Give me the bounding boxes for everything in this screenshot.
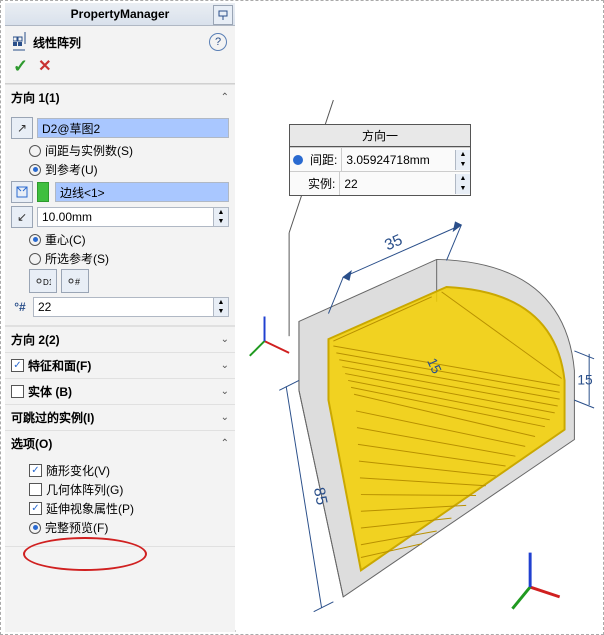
check-geometry-pattern[interactable]: 几何体阵列(G) xyxy=(29,481,229,498)
callout-instance-label: 实例: xyxy=(304,172,340,195)
reverse-direction-button[interactable]: ↗ xyxy=(11,117,33,139)
section-direction2-label: 方向 2(2) xyxy=(11,331,60,348)
callout-instance-input[interactable]: 22 ▲▼ xyxy=(340,174,470,194)
cancel-button[interactable]: ✕ xyxy=(38,56,51,77)
axis-triad-corner-icon xyxy=(512,553,559,609)
check-propagate-visual[interactable]: 延伸视象属性(P) xyxy=(29,500,229,517)
radio-spacing-instances[interactable]: 间距与实例数(S) xyxy=(29,142,229,159)
offset-distance-input[interactable]: 10.00mm ▲▼ xyxy=(37,207,229,227)
seed-feature-button[interactable]: D1 xyxy=(29,269,57,293)
pin-button[interactable] xyxy=(213,5,233,25)
instance-count-icon: °# xyxy=(11,298,29,316)
section-direction1-body: ↗ D2@草图2 间距与实例数(S) 到参考(U) 边线<1> ↙ 10.00m… xyxy=(5,110,235,326)
property-manager-panel: PropertyManager 线性阵列 ? ✓ ✕ 方向 1(1) ⌃ ↗ D… xyxy=(5,3,236,632)
linear-pattern-icon xyxy=(13,32,33,52)
collapse-icon: ⌃ xyxy=(221,92,229,103)
section-options-body: 随形变化(V) 几何体阵列(G) 延伸视象属性(P) 完整预览(F) xyxy=(5,456,235,547)
instance-count-value: 22 xyxy=(34,298,213,316)
radio-up-to-reference[interactable]: 到参考(U) xyxy=(29,161,229,178)
radio-centroid[interactable]: 重心(C) xyxy=(29,231,229,248)
axis-triad-icon xyxy=(250,317,289,356)
section-features-label: 特征和面(F) xyxy=(28,357,91,374)
selection-indicator-icon xyxy=(37,182,49,202)
section-skip-head[interactable]: 可跳过的实例(I) ⌄ xyxy=(5,404,235,430)
section-bodies-label: 实体 (B) xyxy=(28,383,72,400)
inst-up-button[interactable]: ▲ xyxy=(456,174,470,184)
offset-up-button[interactable]: ▲ xyxy=(214,208,228,217)
inst-down-button[interactable]: ▼ xyxy=(456,184,470,194)
offset-reverse-button[interactable]: ↙ xyxy=(11,206,33,228)
expand-icon: ⌄ xyxy=(221,412,229,423)
callout-instance-value: 22 xyxy=(340,174,455,194)
svg-text:D1: D1 xyxy=(43,278,51,287)
spacing-down-button[interactable]: ▼ xyxy=(456,160,470,170)
graphics-viewport[interactable]: 35 15 15 85 xyxy=(235,3,599,630)
section-bodies-head[interactable]: 实体 (B) ⌄ xyxy=(5,378,235,404)
model-view-svg: 35 15 15 85 xyxy=(235,3,599,630)
feature-name: 线性阵列 xyxy=(33,34,81,51)
svg-text:#: # xyxy=(75,277,80,287)
section-skip-label: 可跳过的实例(I) xyxy=(11,409,94,426)
callout-spacing-label: 间距: xyxy=(306,148,342,171)
section-options-label: 选项(O) xyxy=(11,435,52,452)
check-vary-sketch[interactable]: 随形变化(V) xyxy=(29,462,229,479)
expand-icon: ⌄ xyxy=(221,386,229,397)
ok-cancel-row: ✓ ✕ xyxy=(5,54,235,84)
count-down-button[interactable]: ▼ xyxy=(214,307,228,316)
reference-geometry-button[interactable] xyxy=(11,181,33,203)
ok-button[interactable]: ✓ xyxy=(13,56,28,77)
instance-count-input[interactable]: 22 ▲▼ xyxy=(33,297,229,317)
count-up-button[interactable]: ▲ xyxy=(214,298,228,307)
feature-heading-row: 线性阵列 ? xyxy=(5,26,235,54)
direction1-reference-value: D2@草图2 xyxy=(42,120,100,137)
direction-callout: 方向一 间距: 3.05924718mm ▲▼ 实例: 22 ▲▼ xyxy=(289,124,471,196)
dimension-15-right: 15 xyxy=(577,372,593,387)
callout-spacing-value: 3.05924718mm xyxy=(342,150,455,170)
section-direction1-head[interactable]: 方向 1(1) ⌃ xyxy=(5,84,235,110)
pm-title: PropertyManager xyxy=(71,7,170,21)
pm-titlebar: PropertyManager xyxy=(5,3,235,26)
help-button[interactable]: ? xyxy=(209,33,227,51)
dimension-85: 85 xyxy=(310,486,330,507)
seed-count-button[interactable]: # xyxy=(61,269,89,293)
callout-title: 方向一 xyxy=(290,125,470,147)
section-direction1-label: 方向 1(1) xyxy=(11,89,60,106)
radio-full-preview[interactable]: 完整预览(F) xyxy=(29,519,229,536)
callout-spacing-input[interactable]: 3.05924718mm ▲▼ xyxy=(342,150,470,170)
expand-icon: ⌄ xyxy=(221,334,229,345)
section-features-head[interactable]: 特征和面(F) ⌄ xyxy=(5,352,235,378)
callout-handle-icon[interactable] xyxy=(293,155,303,165)
section-options-head[interactable]: 选项(O) ⌃ xyxy=(5,430,235,456)
section-direction2-head[interactable]: 方向 2(2) ⌄ xyxy=(5,326,235,352)
collapse-icon: ⌃ xyxy=(221,438,229,449)
offset-down-button[interactable]: ▼ xyxy=(214,217,228,226)
upto-reference-input[interactable]: 边线<1> xyxy=(55,182,229,202)
direction1-reference-input[interactable]: D2@草图2 xyxy=(37,118,229,138)
radio-selected-reference[interactable]: 所选参考(S) xyxy=(29,250,229,267)
offset-distance-value: 10.00mm xyxy=(38,208,213,226)
expand-icon: ⌄ xyxy=(221,360,229,371)
upto-reference-value: 边线<1> xyxy=(60,184,105,201)
spacing-up-button[interactable]: ▲ xyxy=(456,150,470,160)
